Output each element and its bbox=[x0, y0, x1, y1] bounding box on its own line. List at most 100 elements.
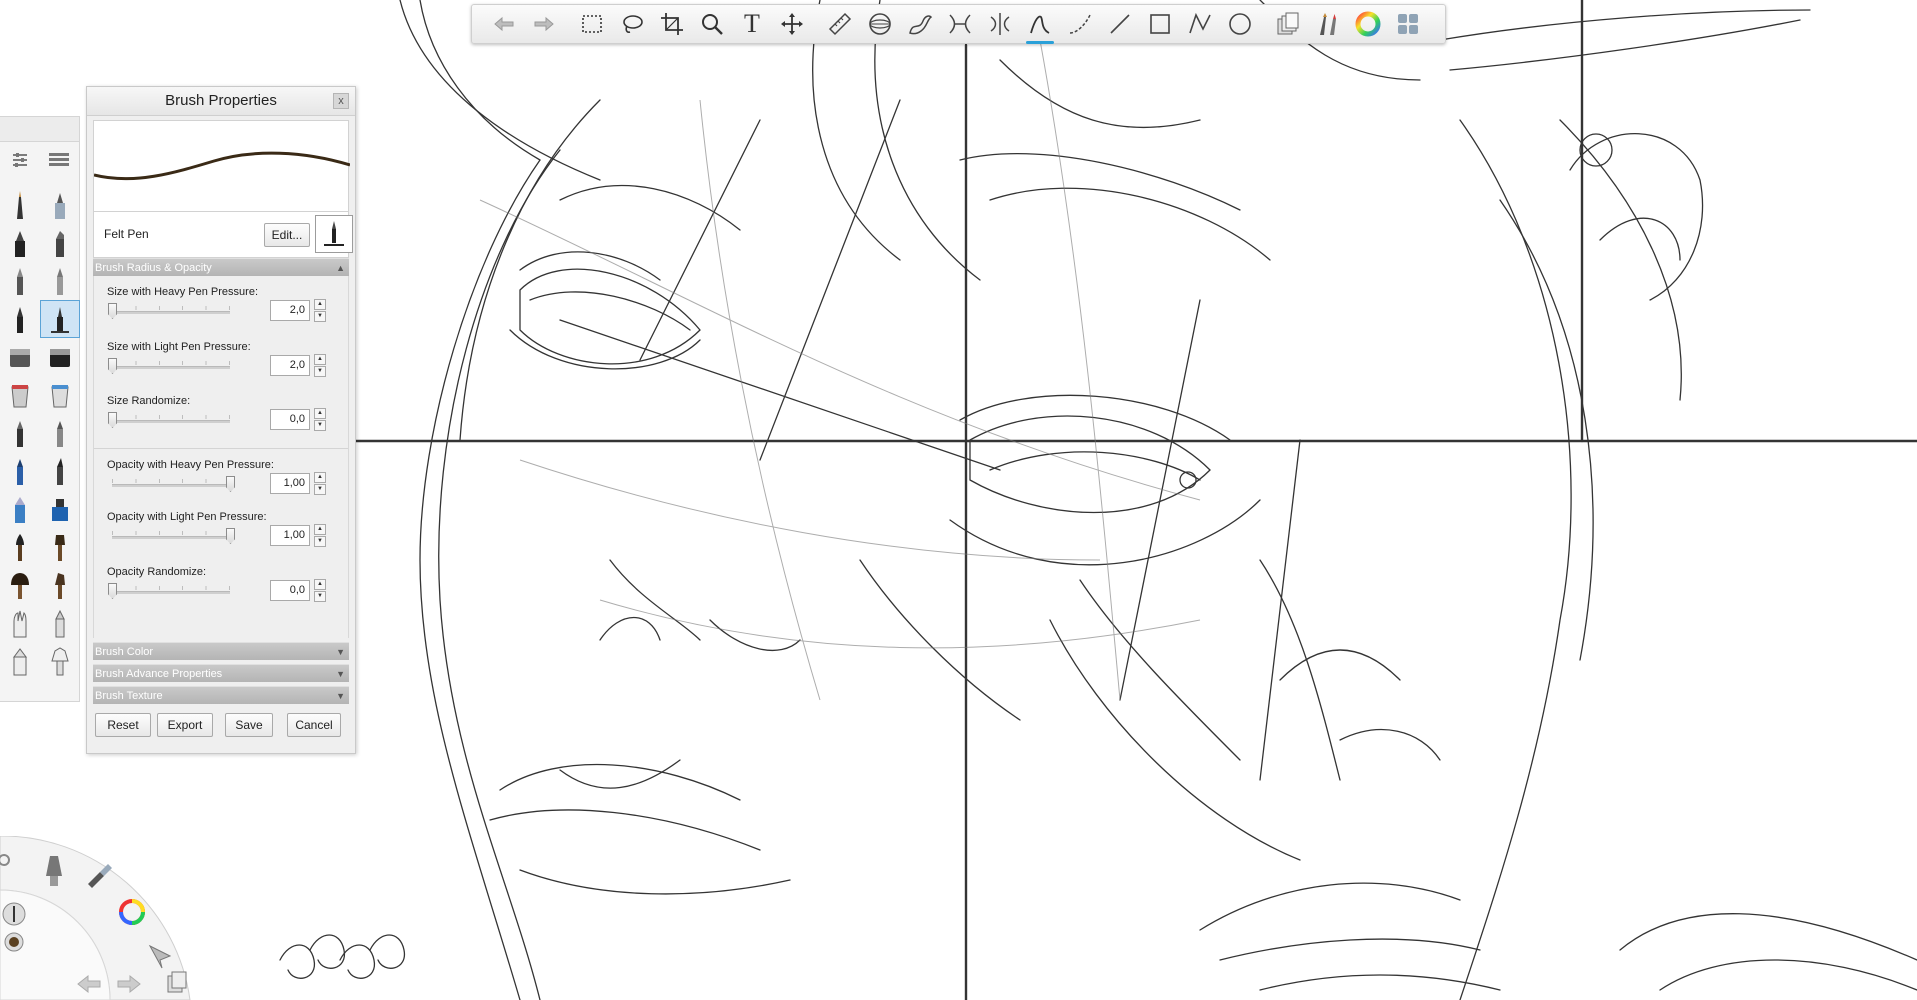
section-brush-texture[interactable]: Brush Texture ▼ bbox=[93, 686, 349, 704]
blender-brush-icon[interactable] bbox=[40, 414, 80, 452]
sharpen-tool-icon[interactable] bbox=[40, 642, 80, 680]
slider-track[interactable] bbox=[112, 536, 230, 539]
close-icon[interactable]: x bbox=[333, 93, 349, 109]
layers-icon[interactable] bbox=[1272, 8, 1304, 40]
top-toolbar: T bbox=[471, 4, 1446, 44]
param-opacity-heavy: Opacity with Heavy Pen Pressure: 1,00 ▲ ▼ bbox=[94, 459, 350, 503]
blur-tool-icon[interactable] bbox=[40, 604, 80, 642]
smear-tool-icon[interactable] bbox=[0, 642, 40, 680]
spin-buttons[interactable]: ▲ ▼ bbox=[314, 354, 326, 377]
param-opacity-randomize: Opacity Randomize: 0,0 ▲ ▼ bbox=[94, 566, 350, 610]
slider-track[interactable] bbox=[112, 591, 230, 594]
rectangle-select-icon[interactable] bbox=[576, 8, 608, 40]
value-field[interactable]: 1,00 bbox=[270, 473, 310, 494]
ink-pen-brush-icon[interactable] bbox=[0, 224, 40, 262]
param-size-light: Size with Light Pen Pressure: 2,0 ▲ ▼ bbox=[94, 341, 350, 385]
rectangle-icon[interactable] bbox=[1144, 8, 1176, 40]
save-button[interactable]: Save bbox=[225, 713, 273, 737]
brush-size-puck-icon[interactable] bbox=[2, 902, 26, 926]
slider-thumb[interactable] bbox=[108, 583, 117, 599]
slider-track[interactable] bbox=[112, 484, 230, 487]
edit-button[interactable]: Edit... bbox=[264, 223, 310, 247]
slider-thumb[interactable] bbox=[108, 358, 117, 374]
brush-list-view-icon[interactable] bbox=[40, 151, 80, 169]
value-field[interactable]: 0,0 bbox=[270, 580, 310, 601]
felt-pen-brush-icon[interactable] bbox=[40, 300, 80, 338]
calligraphy-brush-icon[interactable] bbox=[40, 452, 80, 490]
lasso-select-icon[interactable] bbox=[616, 8, 648, 40]
param-size-randomize: Size Randomize: 0,0 ▲ ▼ bbox=[94, 395, 350, 439]
reset-button[interactable]: Reset bbox=[95, 713, 151, 737]
slider-track[interactable] bbox=[112, 420, 230, 423]
highlighter-brush-icon[interactable] bbox=[0, 490, 40, 528]
curve-icon[interactable] bbox=[1064, 8, 1096, 40]
marker-brush-icon[interactable] bbox=[40, 224, 80, 262]
paint-brush-round-icon[interactable] bbox=[0, 528, 40, 566]
ruler-icon[interactable] bbox=[824, 8, 856, 40]
section-brush-advance[interactable]: Brush Advance Properties ▼ bbox=[93, 664, 349, 682]
paint-brush-wide-icon[interactable] bbox=[0, 566, 40, 604]
undo-arrow-icon[interactable] bbox=[488, 8, 520, 40]
line-icon[interactable] bbox=[1104, 8, 1136, 40]
paint-bucket-brush-icon[interactable] bbox=[0, 376, 40, 414]
stroke-preview-curve bbox=[93, 151, 351, 181]
section-radius-opacity[interactable]: Brush Radius & Opacity ▲ bbox=[93, 258, 349, 276]
pencil-brush-icon[interactable] bbox=[0, 186, 40, 224]
brush-color-puck-icon[interactable] bbox=[4, 932, 24, 952]
brush-palette-icon[interactable] bbox=[1312, 8, 1344, 40]
value-field[interactable]: 1,00 bbox=[270, 525, 310, 546]
slider-thumb[interactable] bbox=[226, 476, 235, 492]
airbrush-brush-icon[interactable] bbox=[0, 414, 40, 452]
brush-stroke-preview bbox=[93, 120, 351, 212]
value-field[interactable]: 2,0 bbox=[270, 300, 310, 321]
export-button[interactable]: Export bbox=[157, 713, 213, 737]
zoom-icon[interactable] bbox=[696, 8, 728, 40]
spin-buttons[interactable]: ▲ ▼ bbox=[314, 299, 326, 322]
radial-symmetry-icon[interactable] bbox=[984, 8, 1016, 40]
ink-bottle-brush-icon[interactable] bbox=[40, 490, 80, 528]
section-brush-color[interactable]: Brush Color ▼ bbox=[93, 642, 349, 660]
param-opacity-light: Opacity with Light Pen Pressure: 1,00 ▲ ▼ bbox=[94, 511, 350, 555]
brush-settings-icon[interactable] bbox=[0, 150, 40, 170]
steady-stroke-icon[interactable] bbox=[1024, 8, 1056, 44]
brush-properties-panel: Brush Properties x Felt Pen Edit... Brus… bbox=[86, 86, 356, 754]
ellipse-guide-icon[interactable] bbox=[864, 8, 896, 40]
symmetry-icon[interactable] bbox=[944, 8, 976, 40]
slider-thumb[interactable] bbox=[108, 412, 117, 428]
value-field[interactable]: 2,0 bbox=[270, 355, 310, 376]
slider-thumb[interactable] bbox=[108, 303, 117, 319]
smudge-finger-icon[interactable] bbox=[0, 604, 40, 642]
french-curve-icon[interactable] bbox=[904, 8, 936, 40]
fine-pen-brush-icon[interactable] bbox=[40, 262, 80, 300]
crop-icon[interactable] bbox=[656, 8, 688, 40]
technical-pen-brush-icon[interactable] bbox=[40, 186, 80, 224]
ballpoint-brush-icon[interactable] bbox=[0, 262, 40, 300]
spin-buttons[interactable]: ▲ ▼ bbox=[314, 472, 326, 495]
smudge-bucket-brush-icon[interactable] bbox=[40, 376, 80, 414]
param-size-heavy: Size with Heavy Pen Pressure: 2,0 ▲ ▼ bbox=[94, 286, 350, 330]
slider-track[interactable] bbox=[112, 366, 230, 369]
value-field[interactable]: 0,0 bbox=[270, 409, 310, 430]
paint-brush-angled-icon[interactable] bbox=[40, 566, 80, 604]
brush-icon-button[interactable] bbox=[315, 215, 353, 253]
color-wheel-icon[interactable] bbox=[1352, 8, 1384, 40]
move-icon[interactable] bbox=[776, 8, 808, 40]
chevron-up-icon: ▲ bbox=[336, 263, 345, 273]
cancel-button[interactable]: Cancel bbox=[287, 713, 341, 737]
slider-track[interactable] bbox=[112, 311, 230, 314]
spin-buttons[interactable]: ▲ ▼ bbox=[314, 524, 326, 547]
text-icon[interactable]: T bbox=[736, 8, 768, 40]
grid-menu-icon[interactable] bbox=[1392, 8, 1424, 40]
spin-buttons[interactable]: ▲ ▼ bbox=[314, 408, 326, 431]
slider-thumb[interactable] bbox=[226, 528, 235, 544]
panel-buttons: Reset Export Save Cancel bbox=[95, 713, 351, 739]
paint-brush-flat-icon[interactable] bbox=[40, 528, 80, 566]
spin-buttons[interactable]: ▲ ▼ bbox=[314, 579, 326, 602]
polyline-icon[interactable] bbox=[1184, 8, 1216, 40]
eraser-soft-brush-icon[interactable] bbox=[40, 338, 80, 376]
eraser-hard-brush-icon[interactable] bbox=[0, 338, 40, 376]
chisel-marker-brush-icon[interactable] bbox=[0, 452, 40, 490]
redo-arrow-icon[interactable] bbox=[528, 8, 560, 40]
circle-icon[interactable] bbox=[1224, 8, 1256, 40]
fineliner-brush-icon[interactable] bbox=[0, 300, 40, 338]
